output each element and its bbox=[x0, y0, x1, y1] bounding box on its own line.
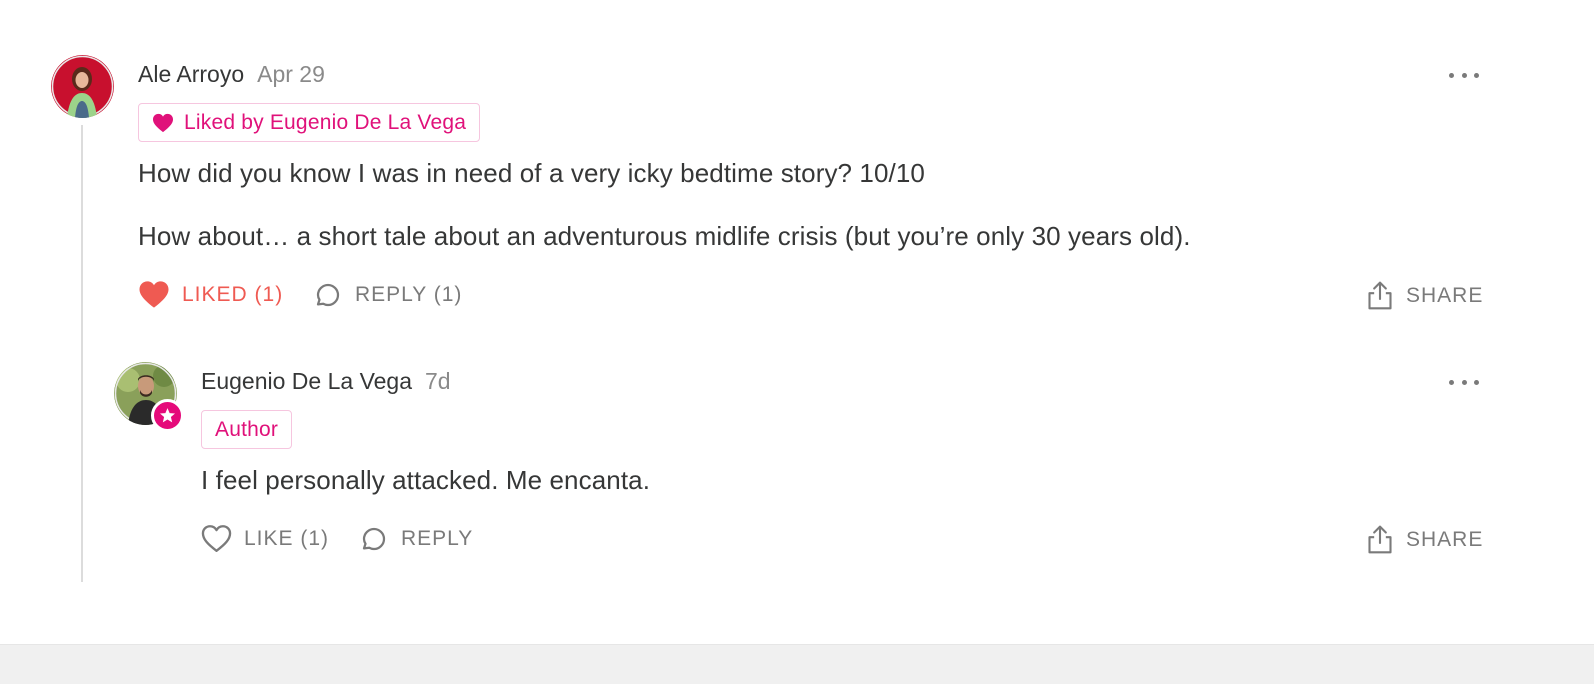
comment-header: Ale Arroyo Apr 29 bbox=[138, 61, 325, 88]
heart-outline-icon bbox=[201, 525, 232, 552]
share-label: SHARE bbox=[1406, 527, 1484, 551]
like-label: LIKE (1) bbox=[244, 526, 330, 550]
speech-bubble-icon bbox=[316, 283, 340, 307]
more-options-icon[interactable] bbox=[1449, 372, 1479, 392]
comment-paragraph: How about… a short tale about an adventu… bbox=[138, 221, 1191, 251]
badge-label: Liked by Eugenio De La Vega bbox=[184, 110, 467, 134]
comment-header: Eugenio De La Vega 7d bbox=[201, 368, 451, 395]
reply-label: REPLY (1) bbox=[355, 283, 463, 306]
footer-band bbox=[0, 644, 1594, 684]
comment-date[interactable]: Apr 29 bbox=[257, 61, 325, 88]
like-button[interactable]: LIKED (1) bbox=[138, 280, 283, 309]
author-badge: Author bbox=[201, 410, 293, 449]
badge-label: Author bbox=[215, 417, 279, 441]
comment-paragraph: How did you know I was in need of a very… bbox=[138, 158, 925, 188]
author-star-badge bbox=[151, 399, 184, 432]
author-name[interactable]: Ale Arroyo bbox=[138, 61, 244, 88]
speech-bubble-icon bbox=[362, 527, 386, 551]
comment-thread: Ale Arroyo Apr 29 Liked by Eugenio De La… bbox=[0, 0, 1594, 684]
like-button[interactable]: LIKE (1) bbox=[201, 524, 329, 553]
more-options-icon[interactable] bbox=[1449, 65, 1479, 85]
share-icon bbox=[1368, 281, 1392, 310]
share-label: SHARE bbox=[1406, 283, 1484, 307]
reply-label: REPLY bbox=[401, 527, 474, 550]
comment-paragraph: I feel personally attacked. Me encanta. bbox=[201, 465, 651, 495]
avatar[interactable] bbox=[114, 362, 184, 432]
star-icon bbox=[159, 408, 176, 423]
share-button[interactable]: SHARE bbox=[1366, 524, 1483, 555]
heart-filled-icon bbox=[139, 281, 169, 308]
comment-date[interactable]: 7d bbox=[425, 368, 451, 395]
author-name[interactable]: Eugenio De La Vega bbox=[201, 368, 412, 395]
reply-button[interactable]: REPLY (1) bbox=[313, 280, 462, 310]
reply-button[interactable]: REPLY bbox=[359, 524, 473, 554]
liked-by-badge: Liked by Eugenio De La Vega bbox=[138, 103, 481, 142]
avatar[interactable] bbox=[51, 55, 114, 118]
share-icon bbox=[1368, 525, 1392, 554]
share-button[interactable]: SHARE bbox=[1366, 280, 1483, 311]
like-label: LIKED (1) bbox=[182, 282, 284, 306]
heart-icon bbox=[153, 113, 173, 132]
thread-line bbox=[81, 125, 83, 582]
